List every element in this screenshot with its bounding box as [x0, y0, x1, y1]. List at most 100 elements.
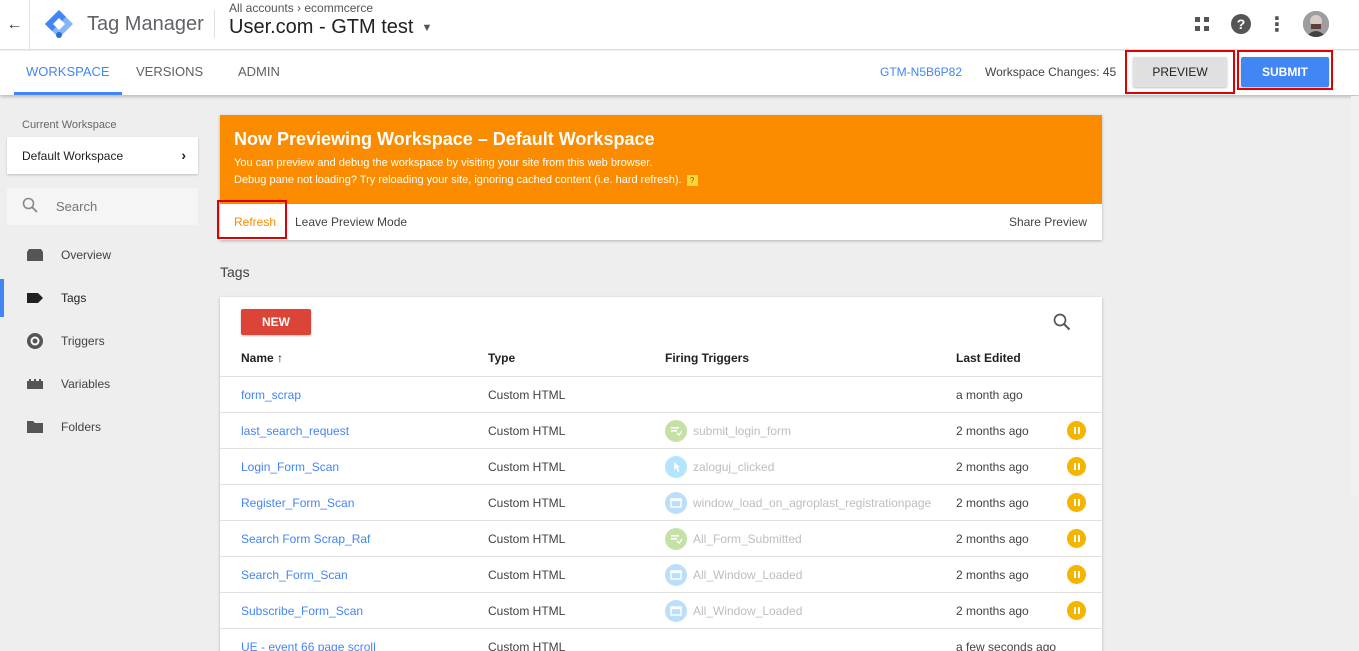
table-row[interactable]: Register_Form_Scan Custom HTML window_load… — [220, 484, 1102, 520]
page-scrollbar[interactable] — [1351, 96, 1359, 496]
table-row[interactable]: Subscribe_Form_Scan Custom HTML All_Window… — [220, 592, 1102, 628]
sort-arrow-icon: ↑ — [277, 351, 284, 365]
search-placeholder: Search — [56, 199, 98, 214]
tag-name-link[interactable]: form_scrap — [241, 388, 301, 402]
tag-name-link[interactable]: last_search_request — [241, 424, 349, 438]
variables-icon — [25, 378, 45, 390]
paused-icon — [1067, 601, 1086, 620]
last-edited: 2 months ago — [956, 496, 1029, 510]
sidebar-item-variables[interactable]: Variables — [0, 365, 205, 403]
tag-name-link[interactable]: UE - event 66 page scroll — [241, 640, 376, 651]
sidebar-item-triggers[interactable]: Triggers — [0, 322, 205, 360]
window-load-icon — [665, 492, 687, 514]
firing-trigger[interactable]: zaloguj_clicked — [665, 456, 774, 478]
container-selector[interactable]: User.com - GTM test ▼ — [229, 16, 432, 39]
last-edited: a month ago — [956, 388, 1023, 402]
last-edited: 2 months ago — [956, 532, 1029, 546]
column-header-name[interactable]: Name ↑ — [241, 351, 283, 365]
avatar[interactable] — [1303, 11, 1329, 37]
click-icon — [665, 456, 687, 478]
workspace-name: Default Workspace — [22, 148, 124, 163]
highlight-preview — [1125, 50, 1235, 94]
sidebar-item-overview[interactable]: Overview — [0, 236, 205, 274]
container-name: User.com - GTM test — [229, 16, 414, 38]
last-edited: 2 months ago — [956, 604, 1029, 618]
last-edited: 2 months ago — [956, 568, 1029, 582]
new-tag-button[interactable]: NEW — [241, 309, 311, 335]
workspace-changes: Workspace Changes: 45 — [985, 65, 1117, 79]
caret-down-icon: ▼ — [421, 21, 433, 34]
column-header-last-edited[interactable]: Last Edited — [956, 351, 1021, 365]
sidebar-item-label: Folders — [61, 420, 102, 434]
form-submit-icon — [665, 528, 687, 550]
back-arrow-icon[interactable]: ← — [0, 0, 30, 50]
leave-preview-link[interactable]: Leave Preview Mode — [295, 215, 407, 229]
sidebar-search[interactable]: Search — [7, 188, 198, 225]
table-row[interactable]: last_search_request Custom HTML submit_log… — [220, 412, 1102, 448]
column-header-type[interactable]: Type — [488, 351, 515, 365]
top-bar: ← Tag Manager All accounts › ecommcerce … — [0, 0, 1359, 50]
search-icon — [22, 197, 38, 216]
firing-trigger[interactable]: All_Window_Loaded — [665, 600, 802, 622]
table-row[interactable]: Search_Form_Scan Custom HTML All_Window_Lo… — [220, 556, 1102, 592]
tag-name-link[interactable]: Search Form Scrap_Raf — [241, 532, 370, 546]
firing-trigger[interactable]: All_Window_Loaded — [665, 564, 802, 586]
tag-name-link[interactable]: Login_Form_Scan — [241, 460, 339, 474]
tag-name-link[interactable]: Subscribe_Form_Scan — [241, 604, 363, 618]
preview-banner-hint-text: Debug pane not loading? Try reloading yo… — [234, 174, 682, 186]
trigger-name: submit_login_form — [693, 424, 792, 438]
help-badge-icon[interactable]: ? — [686, 174, 698, 186]
tag-type: Custom HTML — [488, 604, 566, 618]
preview-banner-header: Now Previewing Workspace – Default Works… — [220, 115, 1102, 204]
sidebar-item-label: Tags — [61, 291, 87, 305]
folder-icon — [25, 420, 45, 434]
firing-trigger[interactable]: submit_login_form — [665, 420, 791, 442]
table-row[interactable]: Login_Form_Scan Custom HTML zaloguj_clicke… — [220, 448, 1102, 484]
tags-heading: Tags — [220, 264, 250, 280]
search-icon[interactable] — [1053, 313, 1071, 336]
firing-trigger[interactable]: All_Form_Submitted — [665, 528, 802, 550]
last-edited: 2 months ago — [956, 460, 1029, 474]
firing-trigger[interactable]: window_load_on_agroplast_registrationpag… — [665, 492, 931, 514]
column-header-name-label: Name — [241, 351, 274, 365]
trigger-name: window_load_on_agroplast_registrationpag… — [693, 496, 932, 510]
more-vert-icon[interactable]: ⋮ — [1264, 11, 1290, 37]
tag-type: Custom HTML — [488, 568, 566, 582]
current-workspace-label: Current Workspace — [22, 119, 117, 131]
table-row[interactable]: Search Form Scrap_Raf Custom HTML All_Form… — [220, 520, 1102, 556]
tag-type: Custom HTML — [488, 460, 566, 474]
tag-type: Custom HTML — [488, 496, 566, 510]
trigger-name: All_Form_Submitted — [693, 532, 802, 546]
tab-workspace[interactable]: WORKSPACE — [14, 51, 122, 95]
tag-name-link[interactable]: Search_Form_Scan — [241, 568, 348, 582]
header-divider — [214, 10, 215, 38]
sidebar-item-label: Triggers — [61, 334, 105, 348]
window-load-icon — [665, 564, 687, 586]
sidebar-item-label: Variables — [61, 377, 111, 391]
app-name: Tag Manager — [87, 13, 204, 35]
sidebar-item-folders[interactable]: Folders — [0, 408, 205, 446]
workspace-selector[interactable]: Default Workspace › — [7, 137, 198, 174]
overview-icon — [25, 248, 45, 262]
tab-versions[interactable]: VERSIONS — [136, 51, 203, 95]
tag-icon — [25, 292, 45, 304]
preview-banner-actions: Refresh Leave Preview Mode Share Preview — [220, 204, 1102, 240]
preview-banner: Now Previewing Workspace – Default Works… — [220, 115, 1102, 240]
share-preview-link[interactable]: Share Preview — [1009, 215, 1087, 229]
container-id-link[interactable]: GTM-N5B6P82 — [880, 65, 962, 79]
column-header-triggers[interactable]: Firing Triggers — [665, 351, 749, 365]
window-load-icon — [665, 600, 687, 622]
highlight-refresh — [217, 200, 287, 239]
table-row[interactable]: UE - event 66 page scroll Custom HTML a fe… — [220, 628, 1102, 651]
table-row[interactable]: form_scrap Custom HTML a month ago — [220, 376, 1102, 412]
highlight-submit — [1237, 50, 1333, 90]
trigger-name: All_Window_Loaded — [693, 604, 803, 618]
help-icon[interactable]: ? — [1228, 11, 1254, 37]
sidebar-item-tags[interactable]: Tags — [0, 279, 205, 317]
trigger-name: zaloguj_clicked — [693, 460, 775, 474]
form-submit-icon — [665, 420, 687, 442]
breadcrumb[interactable]: All accounts › ecommcerce — [229, 1, 373, 15]
tag-name-link[interactable]: Register_Form_Scan — [241, 496, 354, 510]
tab-admin[interactable]: ADMIN — [238, 51, 280, 95]
apps-grid-icon[interactable] — [1189, 11, 1215, 37]
